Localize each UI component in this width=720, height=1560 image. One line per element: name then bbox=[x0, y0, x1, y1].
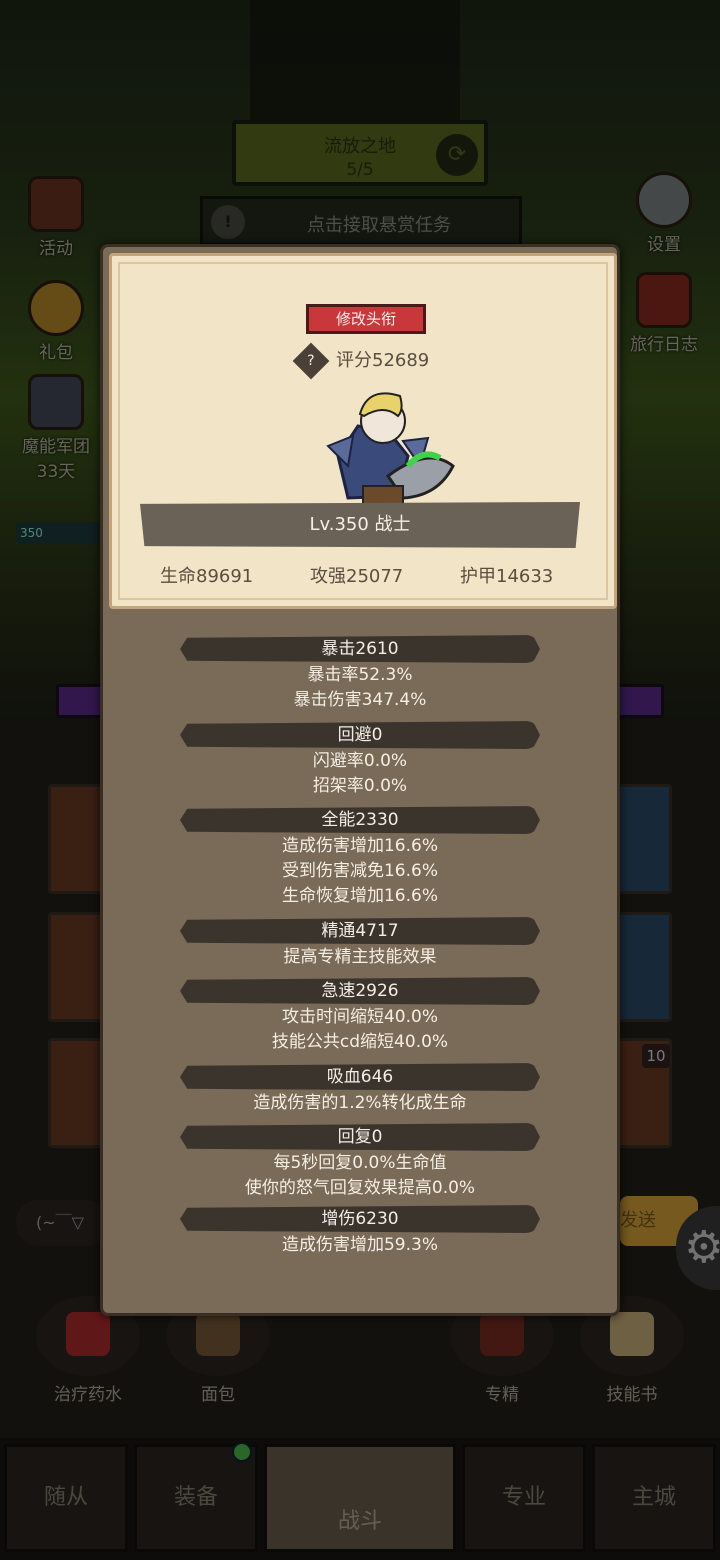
evade-rate: 闪避率0.0% bbox=[312, 751, 408, 771]
level-class-bar: Lv.350 战士 bbox=[140, 502, 580, 548]
regen-line-2: 使你的怒气回复效果提高0.0% bbox=[244, 1178, 476, 1198]
damage-boost-line-1: 造成伤害增加59.3% bbox=[281, 1235, 438, 1255]
base-stats-row: 生命89691 攻强25077 护甲14633 bbox=[112, 562, 614, 592]
damage-boost-group: 增伤6230 造成伤害增加59.3% bbox=[103, 1205, 617, 1258]
versatility-line-3: 生命恢复增加16.6% bbox=[281, 886, 438, 906]
haste-line-2: 技能公共cd缩短40.0% bbox=[271, 1032, 449, 1052]
rename-title-button[interactable]: 修改头衔 bbox=[306, 304, 426, 334]
versatility-group: 全能2330 造成伤害增加16.6% 受到伤害减免16.6% 生命恢复增加16.… bbox=[103, 806, 617, 909]
haste-title: 急速2926 bbox=[180, 977, 540, 1005]
score-text: 评分52689 bbox=[336, 350, 430, 371]
help-icon[interactable]: ? bbox=[292, 342, 330, 380]
hp-stat: 生命89691 bbox=[160, 566, 254, 587]
armor-stat: 护甲14633 bbox=[460, 566, 554, 587]
character-header-card: 修改头衔 ? 评分52689 Lv.350 战士 生命89691 攻强25077 … bbox=[109, 253, 617, 609]
haste-group: 急速2926 攻击时间缩短40.0% 技能公共cd缩短40.0% bbox=[103, 977, 617, 1055]
mastery-group: 精通4717 提高专精主技能效果 bbox=[103, 917, 617, 970]
parry-rate: 招架率0.0% bbox=[312, 776, 408, 796]
haste-line-1: 攻击时间缩短40.0% bbox=[281, 1007, 438, 1027]
mastery-title: 精通4717 bbox=[180, 917, 540, 945]
damage-boost-title: 增伤6230 bbox=[180, 1205, 540, 1233]
score-row: ? 评分52689 bbox=[292, 342, 430, 380]
crit-title: 暴击2610 bbox=[180, 635, 540, 663]
lifesteal-title: 吸血646 bbox=[180, 1063, 540, 1091]
regen-line-1: 每5秒回复0.0%生命值 bbox=[273, 1153, 447, 1173]
attack-stat: 攻强25077 bbox=[310, 566, 404, 587]
crit-damage: 暴击伤害347.4% bbox=[293, 690, 427, 710]
versatility-title: 全能2330 bbox=[180, 806, 540, 834]
versatility-line-1: 造成伤害增加16.6% bbox=[281, 836, 438, 856]
character-stats-panel: 修改头衔 ? 评分52689 Lv.350 战士 生命89691 攻强25077 … bbox=[100, 244, 620, 1316]
lifesteal-group: 吸血646 造成伤害的1.2%转化成生命 bbox=[103, 1063, 617, 1116]
crit-rate: 暴击率52.3% bbox=[307, 665, 413, 685]
regen-title: 回复0 bbox=[180, 1123, 540, 1151]
regen-group: 回复0 每5秒回复0.0%生命值 使你的怒气回复效果提高0.0% bbox=[103, 1123, 617, 1201]
warrior-avatar bbox=[326, 392, 455, 505]
dodge-title: 回避0 bbox=[180, 721, 540, 749]
crit-group: 暴击2610 暴击率52.3% 暴击伤害347.4% bbox=[103, 635, 617, 713]
lifesteal-line-1: 造成伤害的1.2%转化成生命 bbox=[253, 1093, 467, 1113]
mastery-line-1: 提高专精主技能效果 bbox=[283, 947, 437, 967]
versatility-line-2: 受到伤害减免16.6% bbox=[281, 861, 438, 881]
dodge-group: 回避0 闪避率0.0% 招架率0.0% bbox=[103, 721, 617, 799]
